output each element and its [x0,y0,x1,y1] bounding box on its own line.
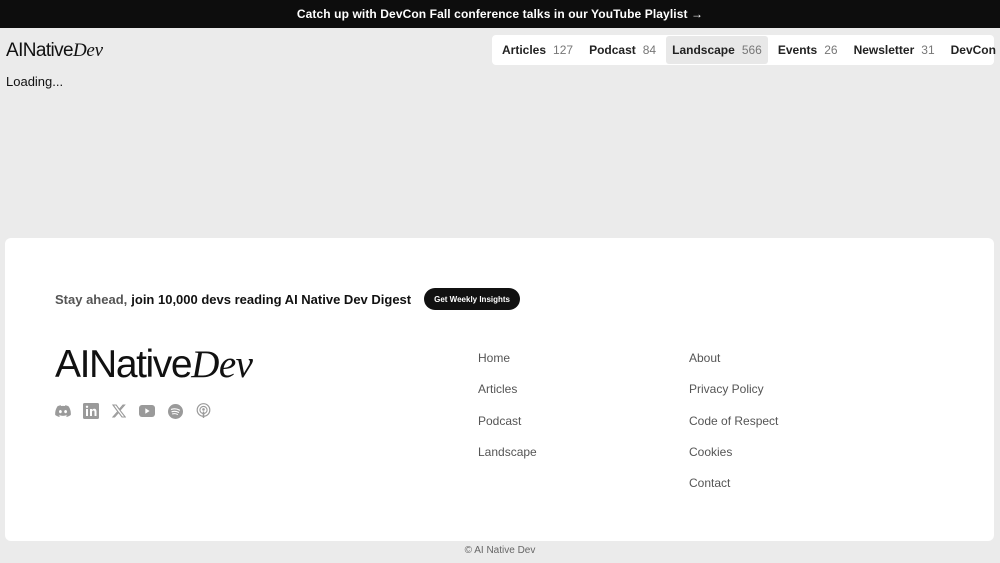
banner-link[interactable]: Catch up with DevCon Fall conference tal… [297,7,703,21]
footer-link-cookies[interactable]: Cookies [689,445,778,476]
footer-link-code-of-respect[interactable]: Code of Respect [689,414,778,445]
nav-item-label: Events [777,43,818,57]
nav-item-landscape[interactable]: Landscape 566 [666,36,768,64]
digest-lead: Stay ahead, [55,291,128,307]
discord-icon[interactable] [55,403,71,419]
footer-links-secondary: About Privacy Policy Code of Respect Coo… [689,351,778,507]
nav-item-label: Articles [502,43,547,57]
loading-text: Loading... [6,74,64,89]
footer-link-contact[interactable]: Contact [689,476,778,507]
nav-item-count: 31 [921,43,935,57]
footer-link-about[interactable]: About [689,351,778,382]
logo-text-right: Dev [73,40,103,61]
nav-item-label: Newsletter [853,43,915,57]
nav-item-label: DevCon [950,43,996,57]
footer-link-privacy-policy[interactable]: Privacy Policy [689,382,778,413]
youtube-icon[interactable] [139,403,155,419]
digest-text: join 10,000 devs reading AI Native Dev D… [131,291,412,307]
nav-item-events[interactable]: Events 26 [772,36,844,64]
footer-link-podcast[interactable]: Podcast [478,414,537,445]
get-weekly-insights-button[interactable]: Get Weekly Insights [424,288,520,310]
nav-item-label: Landscape [672,43,735,57]
footer-link-home[interactable]: Home [478,351,537,382]
linkedin-icon[interactable] [83,403,99,419]
podcast-icon[interactable] [195,403,211,419]
site-logo[interactable]: AINative Dev [6,40,103,62]
announcement-banner: Catch up with DevCon Fall conference tal… [0,0,1000,28]
footer: Stay ahead, join 10,000 devs reading AI … [5,238,994,541]
nav-item-count: 84 [642,43,657,57]
nav-item-devcon[interactable]: DevCon [945,36,1000,64]
x-icon[interactable] [111,403,127,419]
footer-links-primary: Home Articles Podcast Landscape [478,351,537,476]
logo-text-left: AINative [55,343,193,386]
nav-item-podcast[interactable]: Podcast 84 [583,36,662,64]
logo-text-right: Dev [191,343,253,386]
nav-item-articles[interactable]: Articles 127 [496,36,579,64]
logo-text-left: AINative [6,40,74,61]
footer-logo[interactable]: AINative Dev [55,342,253,387]
social-links [55,403,211,419]
nav-item-label: Podcast [589,43,636,57]
nav-item-count: 26 [824,43,838,57]
main-nav: Articles 127 Podcast 84 Landscape 566 Ev… [492,35,996,65]
nav-item-count: 566 [741,43,762,57]
footer-link-landscape[interactable]: Landscape [478,445,537,476]
spotify-icon[interactable] [167,403,183,419]
newsletter-signup: Stay ahead, join 10,000 devs reading AI … [55,288,520,310]
copyright-text: © AI Native Dev [464,545,536,556]
nav-item-newsletter[interactable]: Newsletter 31 [848,36,941,64]
nav-item-count: 127 [553,43,574,57]
footer-link-articles[interactable]: Articles [478,382,537,413]
